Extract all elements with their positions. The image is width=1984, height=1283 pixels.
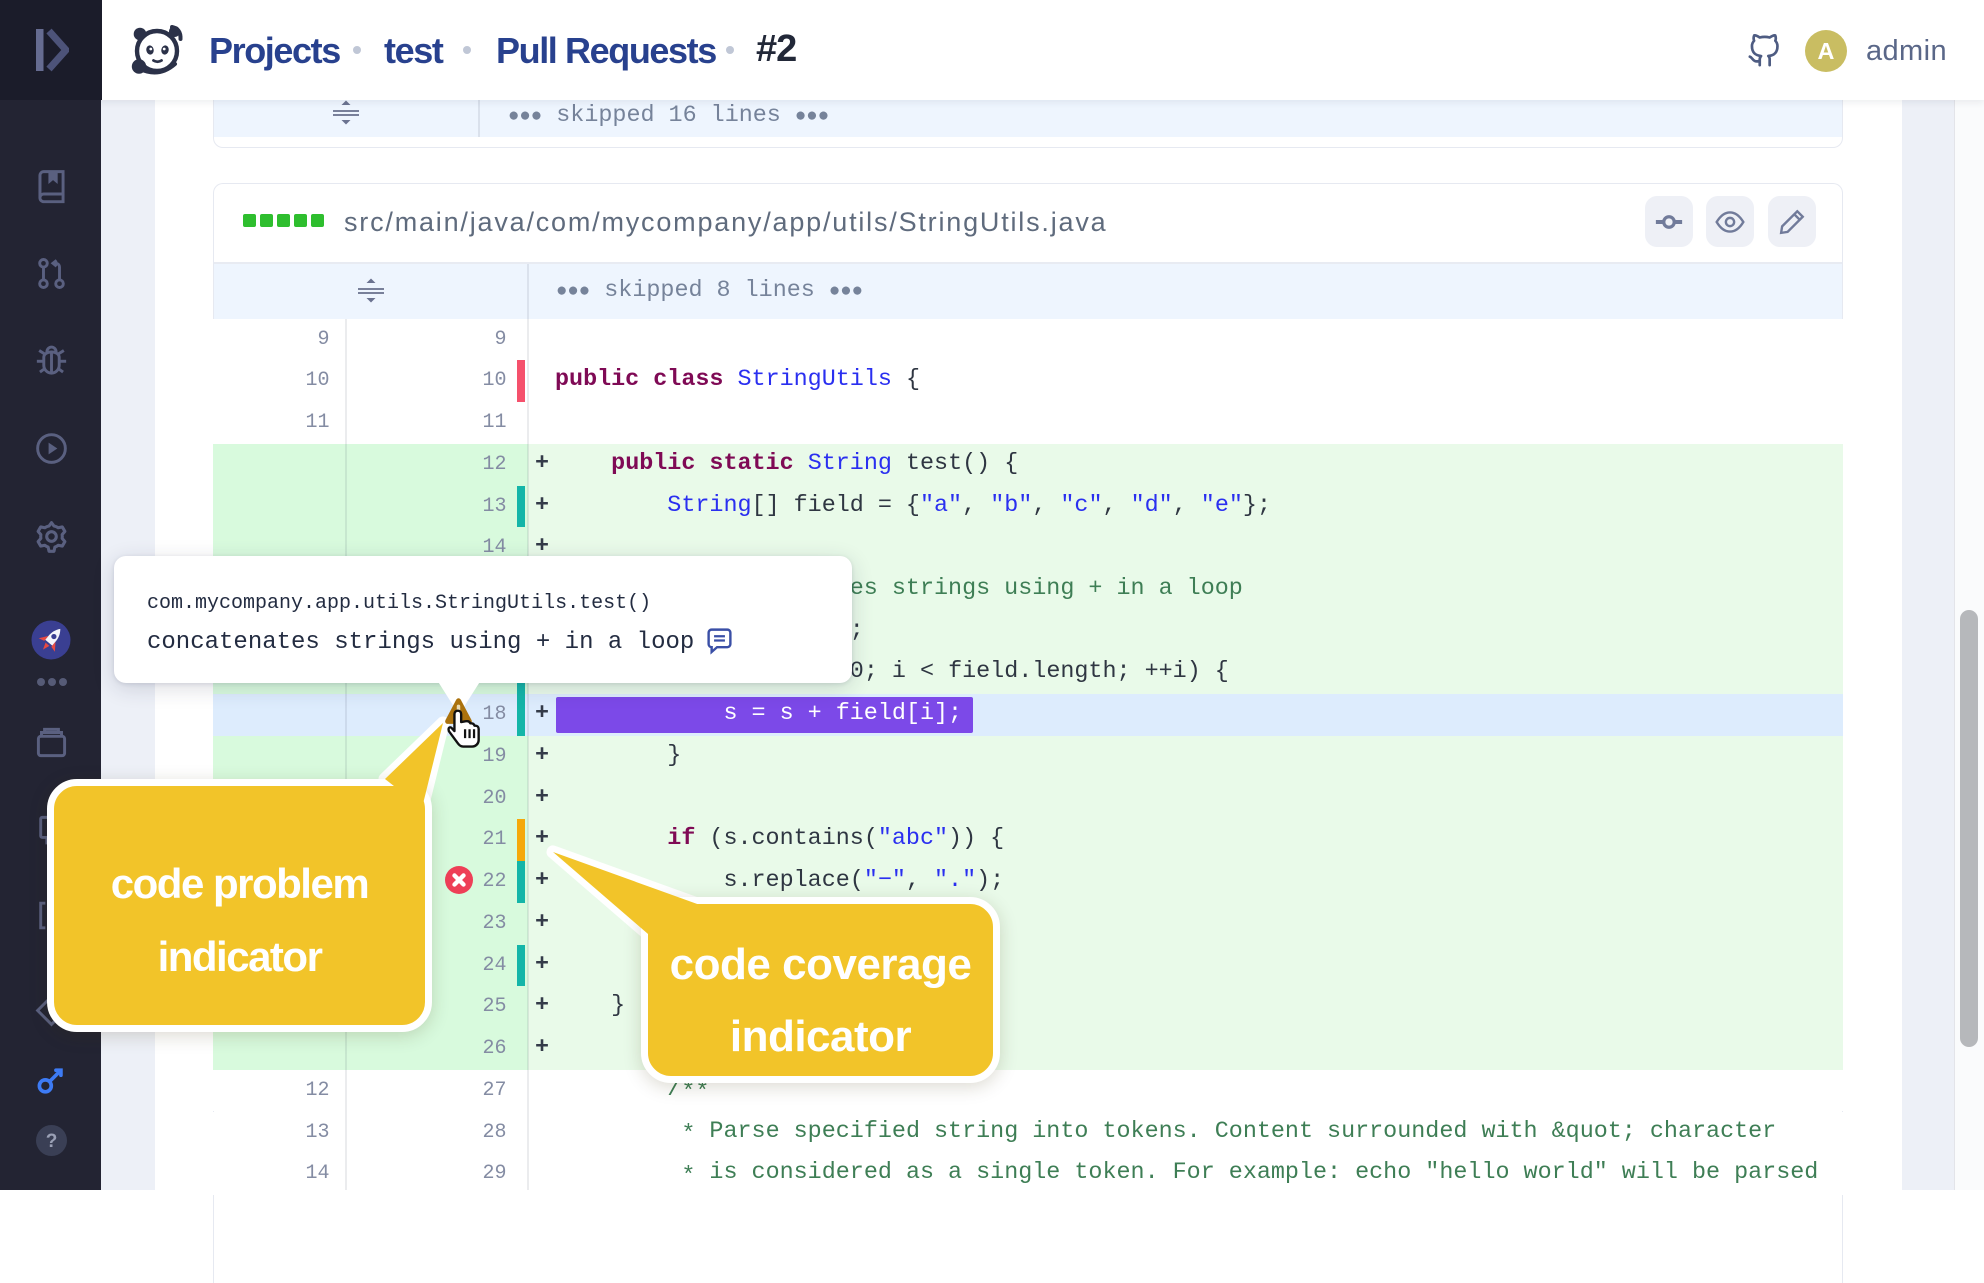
svg-text:?: ? xyxy=(46,1131,58,1152)
